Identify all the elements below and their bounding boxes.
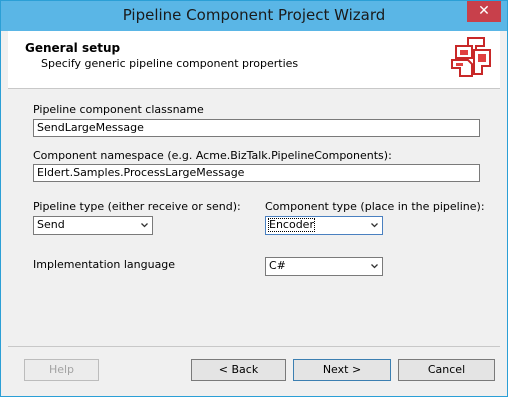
chevron-down-icon xyxy=(371,264,378,269)
component-type-label: Component type (place in the pipeline): xyxy=(265,200,485,213)
wizard-window: Pipeline Component Project Wizard ✕ Gene… xyxy=(0,0,508,397)
header-subtitle: Specify generic pipeline component prope… xyxy=(41,57,299,70)
chevron-down-icon xyxy=(371,223,378,228)
wizard-header: General setup Specify generic pipeline c… xyxy=(8,31,500,89)
pipeline-wizard-logo-icon xyxy=(451,37,491,77)
cancel-button[interactable]: Cancel xyxy=(398,359,495,381)
wizard-body: Pipeline component classname SendLargeMe… xyxy=(8,89,500,345)
component-type-select[interactable]: Encoder xyxy=(265,216,383,235)
header-title: General setup xyxy=(25,41,121,55)
window-title: Pipeline Component Project Wizard xyxy=(122,6,386,24)
help-button[interactable]: Help xyxy=(24,359,99,381)
namespace-input[interactable]: Eldert.Samples.ProcessLargeMessage xyxy=(33,164,480,182)
pipeline-type-value: Send xyxy=(37,218,65,231)
footer-divider xyxy=(8,346,500,347)
pipeline-type-label: Pipeline type (either receive or send): xyxy=(33,200,241,213)
title-bar: Pipeline Component Project Wizard ✕ xyxy=(1,1,507,31)
close-button[interactable]: ✕ xyxy=(467,1,501,22)
language-label: Implementation language xyxy=(33,258,176,271)
classname-label: Pipeline component classname xyxy=(33,103,204,116)
language-select[interactable]: C# xyxy=(265,257,383,276)
chevron-down-icon xyxy=(141,223,148,228)
next-button[interactable]: Next > xyxy=(293,359,391,381)
language-value: C# xyxy=(269,259,286,272)
back-button[interactable]: < Back xyxy=(191,359,286,381)
component-type-value: Encoder xyxy=(268,218,315,232)
pipeline-type-select[interactable]: Send xyxy=(33,216,153,235)
namespace-label: Component namespace (e.g. Acme.BizTalk.P… xyxy=(33,149,392,162)
classname-input[interactable]: SendLargeMessage xyxy=(33,119,480,137)
